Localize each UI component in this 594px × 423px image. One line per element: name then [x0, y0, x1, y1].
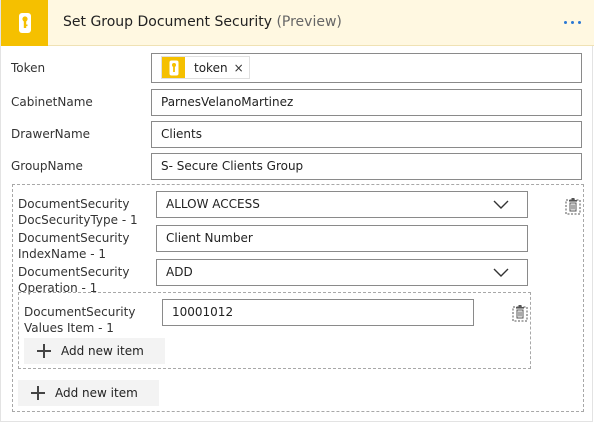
cabinet-name-label: CabinetName	[11, 95, 93, 109]
group-name-label: GroupName	[11, 159, 83, 173]
doc-security-type-value: ALLOW ACCESS	[166, 197, 260, 211]
lock-icon	[162, 57, 185, 78]
plus-icon	[37, 344, 51, 358]
drawer-name-label: DrawerName	[11, 127, 91, 141]
action-card: Set Group Document Security (Preview) To…	[0, 0, 594, 422]
token-pill-label: token	[194, 60, 228, 75]
token-label: Token	[11, 61, 46, 75]
doc-security-type-label: DocumentSecurity DocSecurityType - 1	[18, 197, 138, 227]
cabinet-name-input[interactable]: ParnesVelanoMartinez	[151, 89, 582, 116]
values-item-input[interactable]: 10001012	[162, 299, 474, 326]
more-options-icon[interactable]	[564, 13, 586, 31]
add-security-item-button[interactable]: Add new item	[18, 380, 159, 406]
remove-token-icon[interactable]: ×	[234, 61, 249, 75]
operation-value: ADD	[166, 265, 193, 279]
operation-select[interactable]: ADD	[156, 259, 528, 286]
chevron-down-icon	[493, 200, 509, 209]
lock-icon	[1, 0, 48, 46]
add-security-item-label: Add new item	[55, 386, 138, 400]
action-title: Set Group Document Security (Preview)	[63, 14, 342, 30]
plus-icon	[31, 386, 45, 400]
chevron-down-icon	[493, 268, 509, 277]
add-value-item-button[interactable]: Add new item	[24, 338, 165, 364]
token-pill[interactable]: token ×	[161, 56, 250, 79]
group-name-input[interactable]: S- Secure Clients Group	[151, 153, 582, 180]
index-name-input[interactable]: Client Number	[156, 225, 528, 252]
values-item-label: DocumentSecurity Values Item - 1	[24, 305, 136, 335]
add-value-item-label: Add new item	[61, 344, 144, 358]
drawer-name-input[interactable]: Clients	[151, 121, 582, 148]
action-header[interactable]: Set Group Document Security (Preview)	[1, 0, 594, 46]
delete-item-icon[interactable]	[564, 197, 582, 215]
delete-value-icon[interactable]	[511, 304, 529, 322]
doc-security-type-select[interactable]: ALLOW ACCESS	[156, 191, 528, 218]
index-name-label: DocumentSecurity IndexName - 1	[18, 231, 130, 261]
